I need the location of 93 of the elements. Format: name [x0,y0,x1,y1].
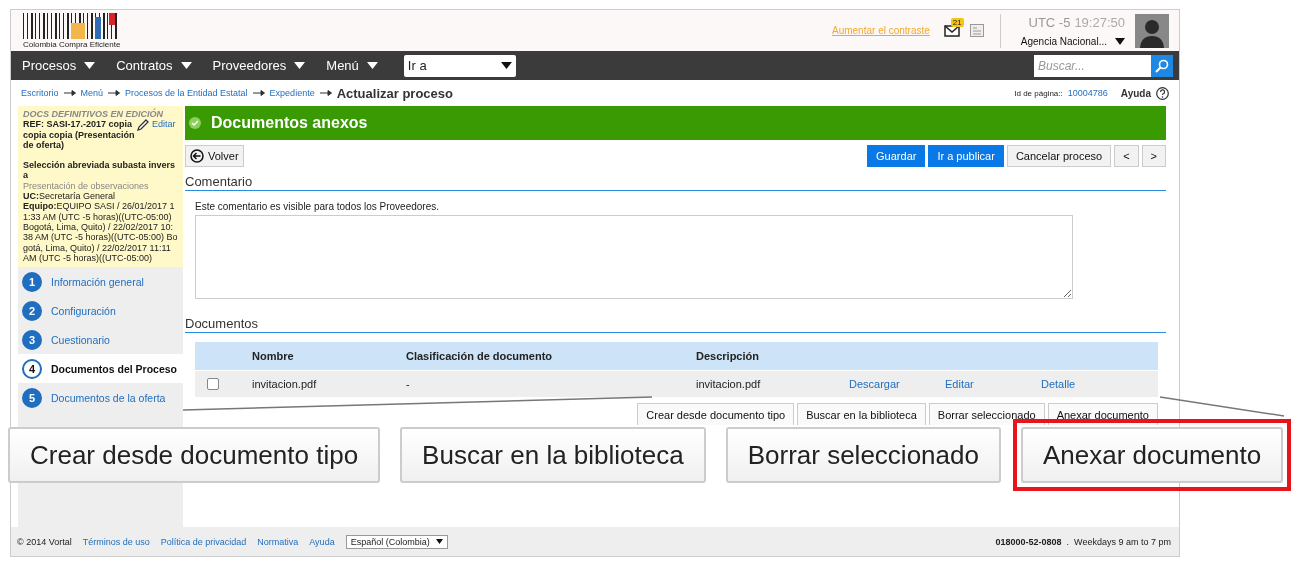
breadcrumb-link[interactable]: Expediente [269,88,315,98]
step-link[interactable]: Documentos del Proceso [51,362,178,375]
caret-icon [180,62,192,69]
documents-heading: Documentos [185,316,1166,333]
caret-icon [435,539,443,544]
caret-icon [84,62,96,69]
breadcrumb-link[interactable]: Procesos de la Entidad Estatal [125,88,248,98]
comment-heading: Comentario [185,174,1166,191]
document-action-button[interactable]: Crear desde documento tipo [637,403,795,425]
timezone-label: UTC -5 [1028,14,1071,30]
step-link[interactable]: Información general [51,275,144,288]
pencil-icon[interactable] [137,119,150,132]
page-id-link[interactable]: 10004786 [1067,88,1108,98]
caret-icon [1115,37,1125,45]
zoomed-action-button[interactable]: Crear desde documento tipo [8,427,381,483]
table-cell-text: - [406,378,411,390]
status-text: DOCS DEFINITIVOS EN EDICIÓN [23,109,164,120]
nav-menu[interactable]: Proveedores [208,58,320,73]
zoomed-action-button[interactable]: Anexar documento [1020,427,1284,483]
action-button[interactable]: Cancelar proceso [1006,145,1112,167]
search-button[interactable] [1151,54,1173,77]
barcode-logo-icon [23,12,119,39]
copyright-text: © 2014 Vortal [17,536,72,547]
caret-icon [366,62,378,69]
section-title: Documentos anexos [211,114,368,132]
zoomed-action-button[interactable]: Borrar seleccionado [725,427,1001,483]
table-cell-text: invitacion.pdf [696,378,762,390]
help-link[interactable]: Ayuda [1120,87,1151,99]
user-avatar-icon[interactable] [1135,13,1169,48]
page-id-label: Id de página:: [1014,88,1063,98]
hours-text: Weekdays 9 am to 7 pm [1074,536,1171,547]
mail-icon[interactable] [943,24,960,37]
arrow-icon [63,90,76,96]
breadcrumb-link[interactable]: Escritorio [21,88,59,98]
table-cell-text: invitacion.pdf [252,378,318,390]
caret-icon [294,62,306,69]
column-header: Nombre [252,350,295,362]
step-link[interactable]: Cuestionario [51,333,110,346]
zoomed-action-button[interactable]: Buscar en la biblioteca [400,427,706,483]
edit-link[interactable]: Editar [152,119,176,130]
comment-note: Este comentario es visible para todos los Proveedores. [195,201,440,212]
document-action-button[interactable]: Borrar seleccionado [928,403,1045,425]
nav-menu[interactable]: Menú [322,58,392,73]
logo-text: Colombia Compra Eficiente [23,39,121,49]
step-number: 1 [22,271,42,292]
step-number: 2 [22,300,42,321]
phone-number: 018000-52-0808 [995,536,1062,547]
comment-field[interactable] [195,215,1073,299]
action-button[interactable]: Guardar [867,145,926,167]
row-link[interactable]: Detalle [1041,378,1137,390]
step-number: 5 [22,387,42,408]
action-button[interactable]: Ir a publicar [928,145,1004,167]
step-link[interactable]: Documentos de la oferta [51,391,166,404]
back-arrow-icon [190,149,204,163]
search-field[interactable]: Buscar... [1034,54,1151,77]
mail-count-badge: 21 [950,17,964,27]
unit-text: UC:Secretaría General [23,191,117,202]
step-number: 4 [22,358,42,379]
row-checkbox[interactable] [207,378,219,390]
footer-link[interactable]: Términos de uso [82,536,150,547]
separator-text: . [1066,536,1070,547]
breadcrumb-link[interactable]: Menú [80,88,104,98]
back-button[interactable]: Volver [185,145,244,167]
column-header: Clasificación de documento [406,350,554,362]
modality-text: Selección abreviada subasta inversa [23,160,177,181]
check-icon [189,117,201,129]
agency-dropdown[interactable]: Agencia Nacional... [1020,35,1125,47]
footer-link[interactable]: Normativa [257,536,299,547]
row-link[interactable]: Editar [945,378,1041,390]
nav-menu[interactable]: Contratos [112,58,206,73]
step-number: 3 [22,329,42,350]
clock-time: 19:27:50 [1074,14,1125,30]
phase-text: Presentación de observaciones [23,180,150,192]
caret-icon [500,62,512,69]
document-icon[interactable] [969,24,984,37]
help-icon[interactable] [1156,86,1169,100]
language-dropdown[interactable]: Español (Colombia) [345,534,448,549]
arrow-icon [319,90,332,96]
goto-dropdown[interactable]: Ir a [403,54,516,77]
action-button[interactable]: < [1114,145,1139,167]
column-header: Descripción [696,350,760,362]
nav-menu[interactable]: Procesos [18,58,110,73]
arrow-icon [252,90,265,96]
page-title: Actualizar proceso [336,85,453,101]
reference-text: REF: SASI-17.-2017 copia copia copia (Presentación de oferta) [23,119,135,151]
step-link[interactable]: Configuración [51,304,116,317]
row-link[interactable]: Descargar [849,378,945,390]
footer-link[interactable]: Política de privacidad [160,536,247,547]
document-action-button[interactable]: Buscar en la biblioteca [797,403,926,425]
action-button[interactable]: > [1141,145,1166,167]
footer-link[interactable]: Ayuda [309,536,335,547]
team-text: Equipo:EQUIPO SASI / 26/01/2017 11:33 AM (UTC -5 horas)((UTC-05:00) Bogotá, Lima, Quito) / 22/02/2017 10:38 AM (UTC -5 horas)((UTC-05:00) Bogotá, Lima, Quito) / 22/02/2017 11:11 AM (UTC -5 horas)((UTC-05:00) [23,201,178,264]
arrow-icon [108,90,121,96]
